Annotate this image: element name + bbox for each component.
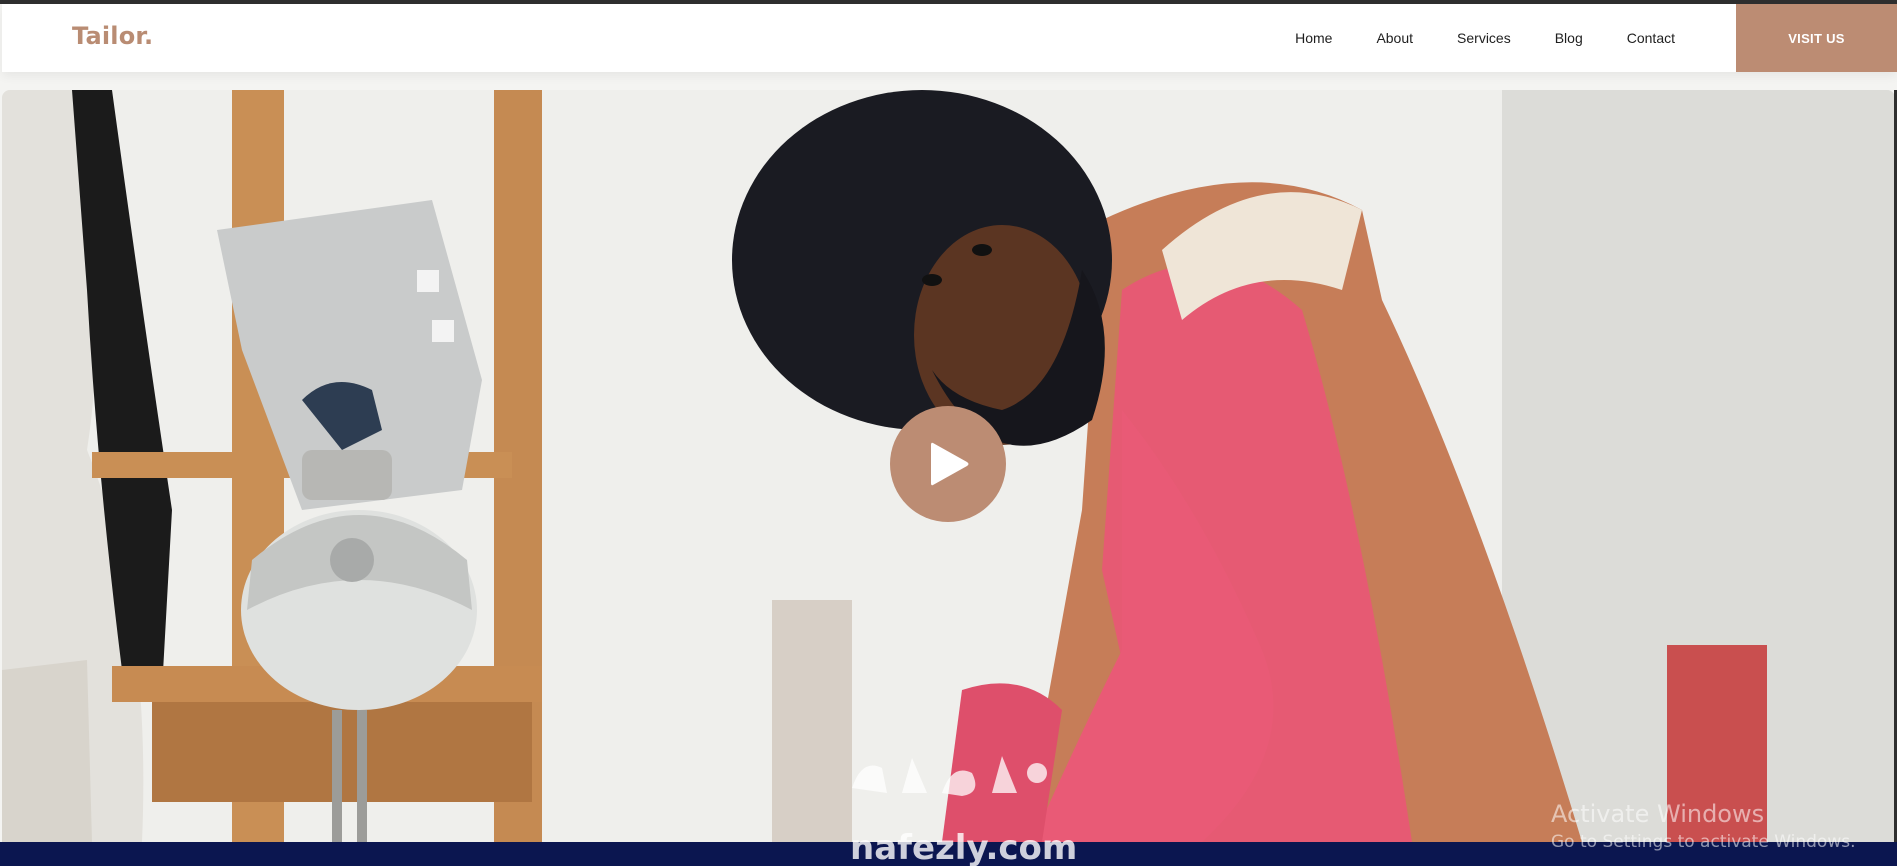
visit-us-button[interactable]: VISIT US bbox=[1736, 4, 1897, 72]
windows-activation-title: Activate Windows bbox=[1551, 800, 1765, 828]
watermark-logo-icon bbox=[852, 756, 1047, 796]
main-nav: Home About Services Blog Contact bbox=[1273, 4, 1697, 72]
nav-contact[interactable]: Contact bbox=[1605, 4, 1697, 72]
nav-home[interactable]: Home bbox=[1273, 4, 1354, 72]
play-video-button[interactable] bbox=[890, 406, 1006, 522]
windows-activation-notice: Activate Windows Go to Settings to activ… bbox=[1551, 800, 1856, 852]
site-header: Tailor. Home About Services Blog Contact… bbox=[2, 4, 1897, 72]
nav-services[interactable]: Services bbox=[1435, 4, 1533, 72]
watermark-text: nafezly.com bbox=[850, 828, 1078, 866]
nav-about[interactable]: About bbox=[1354, 4, 1435, 72]
play-icon bbox=[931, 442, 969, 486]
hero-video[interactable] bbox=[2, 90, 1895, 842]
nav-blog[interactable]: Blog bbox=[1533, 4, 1605, 72]
page: Tailor. Home About Services Blog Contact… bbox=[0, 0, 1897, 866]
windows-activation-subtitle: Go to Settings to activate Windows. bbox=[1551, 832, 1856, 852]
site-logo[interactable]: Tailor. bbox=[72, 22, 153, 50]
